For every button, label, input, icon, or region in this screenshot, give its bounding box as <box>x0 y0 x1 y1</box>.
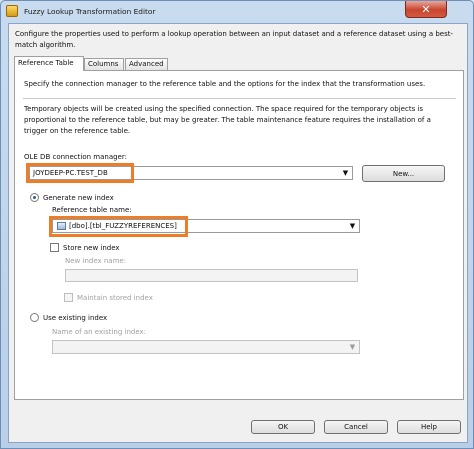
reference-table-label: Reference table name: <box>52 206 132 214</box>
table-icon <box>57 222 66 230</box>
radio-selected-dot <box>33 196 36 199</box>
tab-reference-table[interactable]: Reference Table <box>14 56 84 71</box>
tab-columns[interactable]: Columns <box>84 58 124 70</box>
store-index-label[interactable]: Store new index <box>63 244 120 252</box>
existing-index-combo[interactable]: ▼ <box>52 340 360 354</box>
new-connection-button[interactable]: New... <box>362 165 445 182</box>
app-icon <box>6 5 18 17</box>
dropdown-arrow-icon[interactable]: ▼ <box>347 221 358 231</box>
existing-index-radio[interactable] <box>30 313 39 322</box>
editor-window: Fuzzy Lookup Transformation Editor ✕ Con… <box>0 0 474 449</box>
generate-index-label[interactable]: Generate new index <box>43 194 114 202</box>
connection-manager-value: JOYDEEP-PC.TEST_DB <box>33 169 108 177</box>
ok-button[interactable]: OK <box>251 420 315 434</box>
existing-index-label[interactable]: Use existing index <box>43 314 107 322</box>
reference-table-combo[interactable]: [dbo].[tbl_FUZZYREFERENCES] ▼ <box>52 219 360 233</box>
cancel-button[interactable]: Cancel <box>324 420 388 434</box>
reference-table-panel: Specify the connection manager to the re… <box>14 70 464 400</box>
close-icon[interactable]: ✕ <box>405 1 447 18</box>
window-title: Fuzzy Lookup Transformation Editor <box>24 7 156 16</box>
title-bar[interactable]: Fuzzy Lookup Transformation Editor ✕ <box>1 1 473 23</box>
dialog-client: Configure the properties used to perform… <box>8 23 468 443</box>
existing-index-name-label: Name of an existing index: <box>52 328 147 336</box>
dropdown-arrow-icon[interactable]: ▼ <box>347 342 358 352</box>
generate-index-radio[interactable] <box>30 193 39 202</box>
maintain-index-checkbox[interactable] <box>64 293 73 302</box>
connection-manager-combo[interactable]: JOYDEEP-PC.TEST_DB ▼ <box>29 166 353 180</box>
divider <box>23 98 456 99</box>
connection-manager-label: OLE DB connection manager: <box>24 153 127 161</box>
store-index-checkbox[interactable] <box>50 243 59 252</box>
new-index-name-label: New index name: <box>65 257 127 265</box>
temporary-objects-note: Temporary objects will be created using … <box>24 105 431 135</box>
tab-advanced[interactable]: Advanced <box>125 58 168 70</box>
help-button[interactable]: Help <box>397 420 461 434</box>
dialog-description: Configure the properties used to perform… <box>15 30 454 49</box>
dropdown-arrow-icon[interactable]: ▼ <box>340 168 351 178</box>
new-index-name-input[interactable] <box>65 269 358 282</box>
intro-text: Specify the connection manager to the re… <box>24 80 426 88</box>
reference-table-value: [dbo].[tbl_FUZZYREFERENCES] <box>69 222 177 230</box>
maintain-index-label: Maintain stored index <box>77 294 153 302</box>
